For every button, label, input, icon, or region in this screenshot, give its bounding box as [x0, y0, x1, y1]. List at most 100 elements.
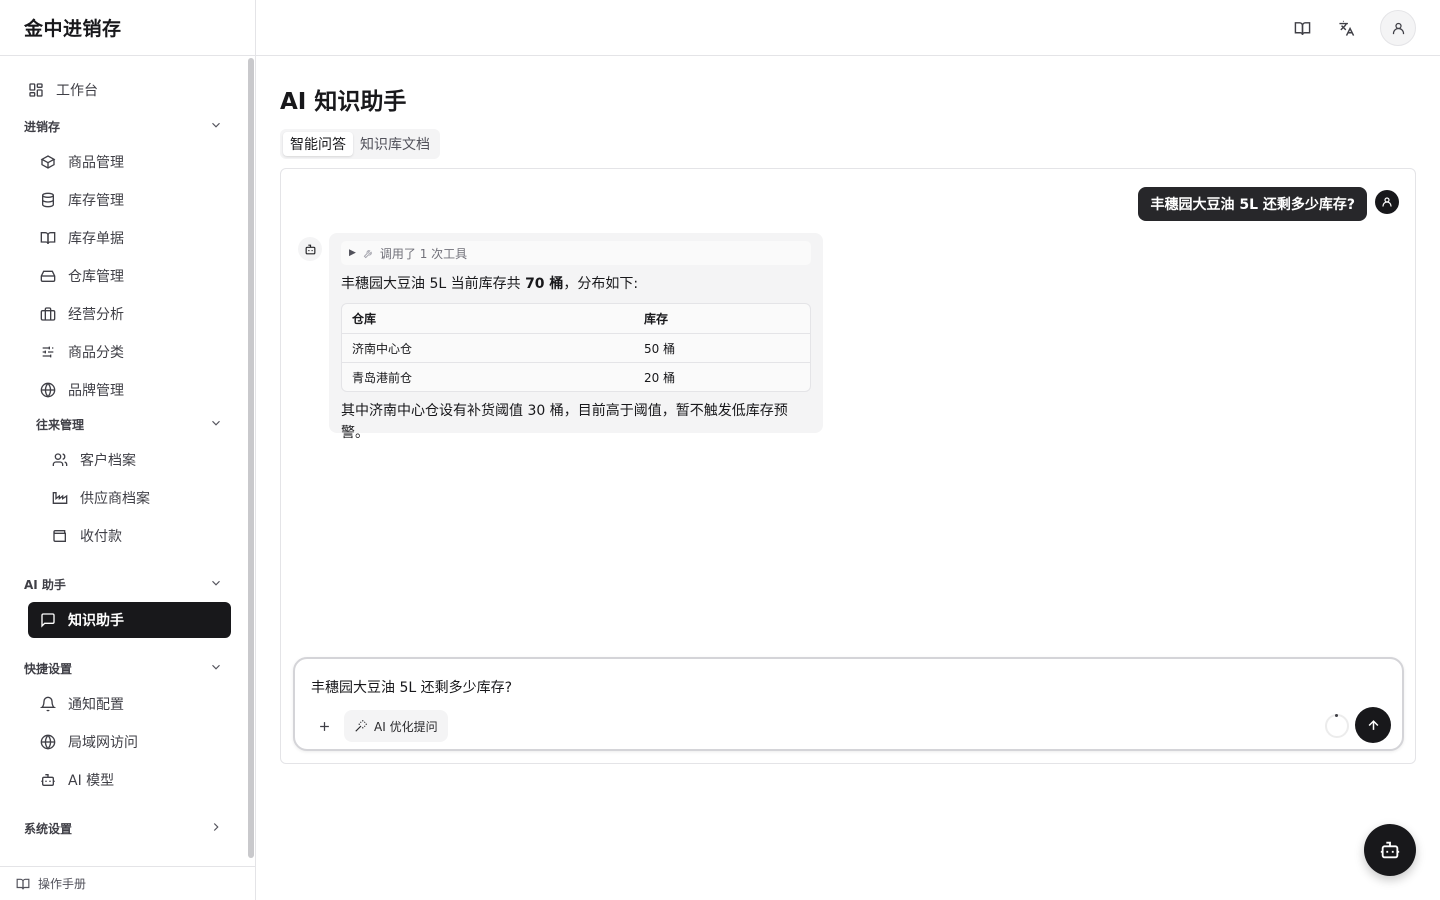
chevron-down-icon: [209, 416, 223, 433]
user-avatar-button[interactable]: [1380, 10, 1416, 46]
stock-table: 仓库 库存 济南中心仓 50 桶 青岛港前仓 20 桶: [341, 303, 811, 392]
chevron-down-icon: [209, 118, 223, 135]
sidebar-item-label: 通知配置: [68, 697, 124, 713]
table-header-cell: 库存: [644, 312, 669, 326]
group-label: 进销存: [24, 119, 61, 134]
answer-total: 70 桶: [525, 276, 564, 292]
group-jxc-header[interactable]: 进销存: [24, 114, 223, 138]
sidebar-item-knowledge-assistant[interactable]: 知识助手: [28, 602, 231, 638]
bell-icon: [40, 696, 56, 712]
tab-smart-qa[interactable]: 智能问答: [283, 132, 353, 156]
briefcase-icon: [40, 306, 56, 322]
table-header-cell: 仓库: [352, 312, 377, 326]
plus-icon: [317, 719, 332, 734]
wallet-icon: [52, 528, 68, 544]
sidebar-item-stock-docs[interactable]: 库存单据: [40, 220, 124, 256]
table-cell: 济南中心仓: [352, 341, 413, 356]
loading-spinner: [1325, 714, 1349, 738]
group-label: 系统设置: [24, 821, 73, 836]
bot-icon: [40, 772, 56, 788]
triangle-right-icon: ▶: [349, 248, 356, 258]
manual-link[interactable]: 操作手册: [0, 866, 256, 900]
wrench-icon: [363, 248, 374, 259]
warehouse-icon: [40, 268, 56, 284]
sidebar-item-label: 供应商档案: [80, 491, 150, 507]
group-ai-header[interactable]: AI 助手: [24, 572, 223, 596]
sidebar-item-suppliers[interactable]: 供应商档案: [52, 480, 150, 516]
users-icon: [52, 452, 68, 468]
book-open-icon: [1294, 20, 1311, 37]
chat-panel: 丰穗园大豆油 5L 还剩多少库存? ▶ 调用了 1 次工具 丰穗园大豆油 5L …: [280, 168, 1416, 764]
ai-optimize-button[interactable]: AI 优化提问: [344, 710, 448, 742]
sidebar: 金中进销存 工作台 进销存 商品管理 库存管理 库存单据 仓库管理 经营分析 商…: [0, 0, 256, 900]
sidebar-item-notifications[interactable]: 通知配置: [40, 686, 124, 722]
database-icon: [40, 192, 56, 208]
bot-icon: [1379, 839, 1401, 861]
user-icon: [1391, 21, 1406, 36]
app-root: 金中进销存 工作台 进销存 商品管理 库存管理 库存单据 仓库管理 经营分析 商…: [0, 0, 1440, 900]
factory-icon: [52, 490, 68, 506]
sidebar-item-label: 工作台: [56, 83, 98, 99]
language-button[interactable]: [1332, 14, 1360, 42]
sidebar-item-ai-model[interactable]: AI 模型: [40, 762, 114, 798]
sidebar-nav: 工作台 进销存 商品管理 库存管理 库存单据 仓库管理 经营分析 商品分类 品牌…: [0, 56, 248, 867]
group-quick-header[interactable]: 快捷设置: [24, 656, 223, 680]
group-system-header[interactable]: 系统设置: [24, 816, 223, 840]
chevron-down-icon: [209, 660, 223, 677]
sidebar-item-label: 知识助手: [68, 613, 124, 629]
group-label: 快捷设置: [24, 661, 73, 676]
table-row: 青岛港前仓 20 桶: [342, 362, 810, 391]
sidebar-item-label: 库存单据: [68, 231, 124, 247]
languages-icon: [1338, 20, 1355, 37]
sidebar-item-customers[interactable]: 客户档案: [52, 442, 136, 478]
sidebar-item-analytics[interactable]: 经营分析: [40, 296, 124, 332]
sidebar-item-warehouse[interactable]: 仓库管理: [40, 258, 124, 294]
bot-avatar: [298, 237, 322, 261]
app-title: 金中进销存: [0, 0, 255, 56]
table-cell: 20 桶: [644, 370, 676, 385]
user-message: 丰穗园大豆油 5L 还剩多少库存?: [1138, 187, 1367, 221]
assistant-fab-button[interactable]: [1364, 824, 1416, 876]
globe-icon: [40, 382, 56, 398]
sidebar-item-categories[interactable]: 商品分类: [40, 334, 124, 370]
assistant-message: ▶ 调用了 1 次工具 丰穗园大豆油 5L 当前库存共 70 桶，分布如下: 仓…: [329, 233, 823, 441]
table-cell: 青岛港前仓: [352, 370, 413, 385]
chat-input[interactable]: 丰穗园大豆油 5L 还剩多少库存?: [311, 677, 512, 697]
sidebar-item-label: 仓库管理: [68, 269, 124, 285]
user-icon: [1381, 196, 1393, 208]
attach-button[interactable]: [311, 713, 337, 739]
sidebar-item-label: 收付款: [80, 529, 122, 545]
chevron-right-icon: [209, 820, 223, 837]
layout-grid-icon: [28, 82, 44, 98]
message-square-icon: [40, 612, 56, 628]
tab-knowledge-docs[interactable]: 知识库文档: [353, 132, 437, 156]
docs-button[interactable]: [1288, 14, 1316, 42]
arrow-up-icon: [1366, 718, 1381, 733]
sidebar-item-products[interactable]: 商品管理: [40, 144, 124, 180]
table-row: 济南中心仓 50 桶: [342, 333, 810, 362]
sidebar-item-label: 商品分类: [68, 345, 124, 361]
sidebar-item-label: AI 模型: [68, 773, 115, 789]
group-label: AI 助手: [24, 577, 66, 592]
user-avatar: [1375, 190, 1399, 214]
topbar: [256, 0, 1440, 56]
sidebar-item-label: 品牌管理: [68, 383, 124, 399]
sidebar-item-inventory[interactable]: 库存管理: [40, 182, 124, 218]
sliders-icon: [40, 344, 56, 360]
group-partners-header[interactable]: 往来管理: [36, 412, 223, 436]
box-icon: [40, 154, 56, 170]
tool-call-toggle[interactable]: ▶ 调用了 1 次工具: [341, 241, 811, 265]
send-button[interactable]: [1355, 707, 1391, 743]
manual-label: 操作手册: [38, 877, 87, 891]
sidebar-item-label: 客户档案: [80, 453, 136, 469]
chevron-down-icon: [209, 576, 223, 593]
sidebar-item-brands[interactable]: 品牌管理: [40, 372, 124, 408]
sidebar-item-workbench[interactable]: 工作台: [28, 72, 98, 108]
sidebar-scrollbar[interactable]: [248, 58, 254, 858]
answer-suffix: ，分布如下:: [563, 276, 639, 292]
sidebar-item-lan-access[interactable]: 局域网访问: [40, 724, 138, 760]
sidebar-item-label: 局域网访问: [68, 735, 138, 751]
sidebar-item-payments[interactable]: 收付款: [52, 518, 122, 554]
answer-note: 其中济南中心仓设有补货阈值 30 桶，目前高于阈值，暂不触发低库存预警。: [341, 403, 788, 441]
answer-prefix: 丰穗园大豆油 5L 当前库存共: [341, 276, 526, 292]
